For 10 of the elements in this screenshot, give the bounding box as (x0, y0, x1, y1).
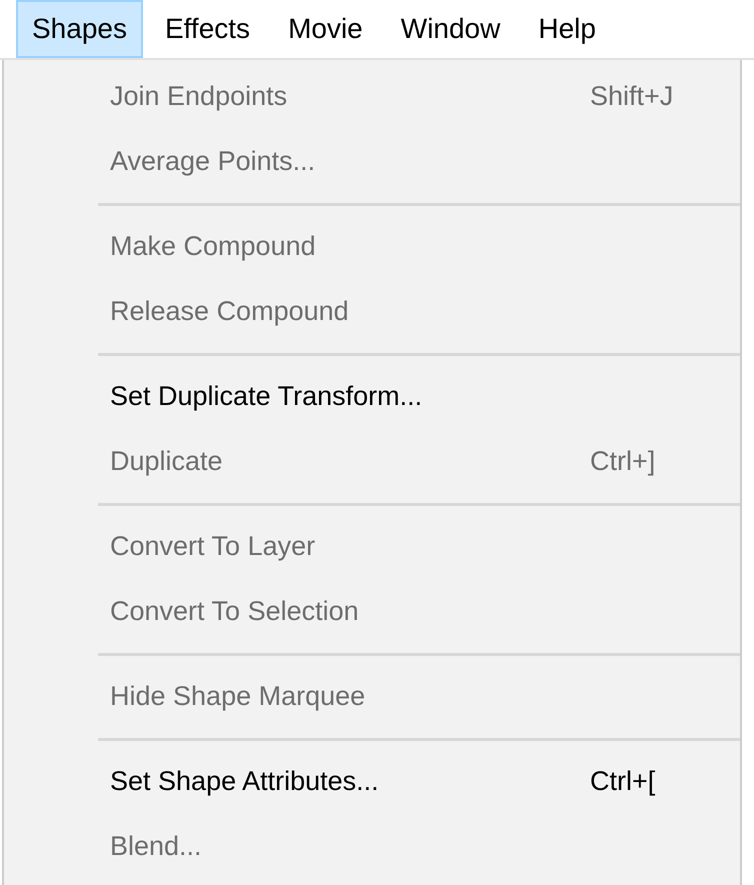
menu-item[interactable]: Set Shape Attributes... (110, 761, 379, 802)
menu-bar-item[interactable]: Help (522, 0, 612, 58)
menu-bar-item[interactable]: Window (384, 0, 516, 58)
menu-bar-item[interactable]: Effects (148, 0, 266, 58)
shortcut-label: Ctrl+] (590, 445, 656, 478)
menu-bar-item[interactable]: Movie (272, 0, 379, 58)
shortcut-label: Shift+J (590, 80, 674, 114)
menu-item[interactable]: Set Duplicate Transform... (110, 376, 422, 417)
shortcut-label: Ctrl+[ (590, 765, 656, 798)
menu-bar-item[interactable]: Shapes (16, 0, 143, 58)
